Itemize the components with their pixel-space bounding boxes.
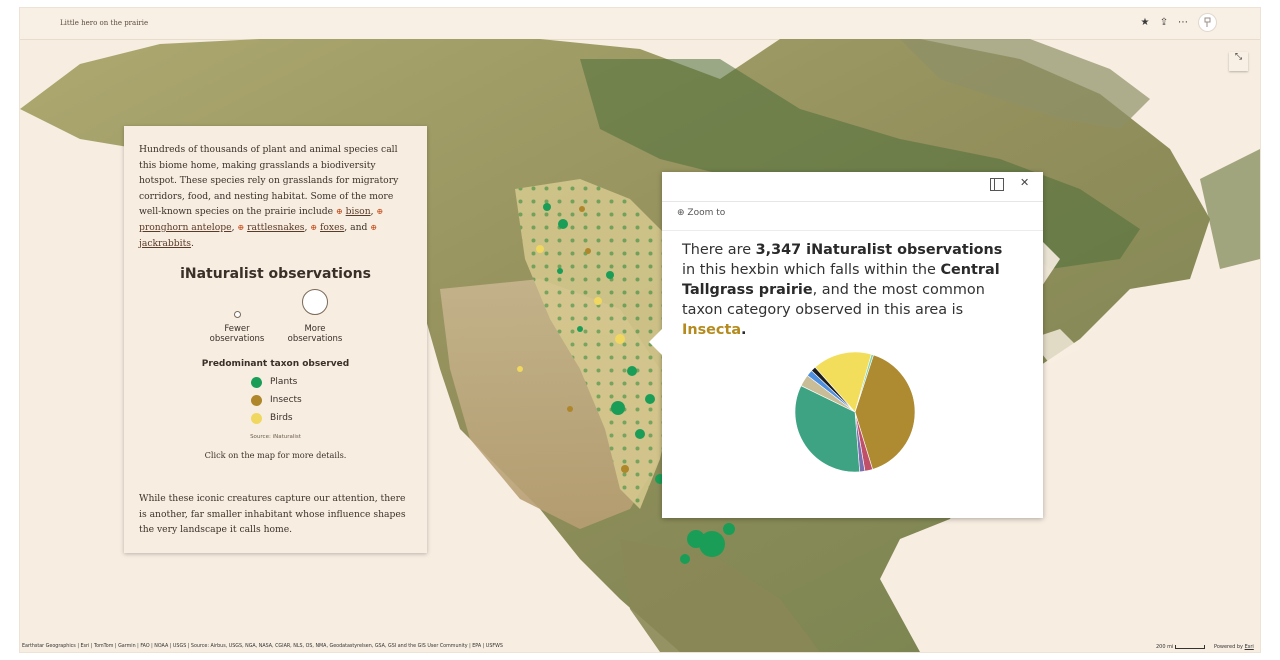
more-icon[interactable]: ⋯ xyxy=(1176,16,1190,30)
map-pin-icon: ⊕ xyxy=(237,222,245,232)
link-pronghorn[interactable]: pronghorn antelope xyxy=(139,222,232,233)
narrative-panel: Hundreds of thousands of plant and anima… xyxy=(124,126,427,553)
avatar[interactable] xyxy=(1199,14,1216,31)
powered-by-label: Powered by xyxy=(1214,644,1243,650)
fewer-observations-label: Fewer observations xyxy=(209,324,265,344)
header-bar: Little hero on the prairie ★ ⇪ ⋯ xyxy=(20,8,1260,40)
legend-title: iNaturalist observations xyxy=(180,266,371,282)
scale-bar-line xyxy=(1175,644,1206,649)
plants-dot-icon xyxy=(251,377,262,388)
star-icon[interactable]: ★ xyxy=(1138,16,1152,30)
intro-paragraph: Hundreds of thousands of plant and anima… xyxy=(139,144,399,249)
link-jackrabbits[interactable]: jackrabbits xyxy=(139,238,191,249)
taxon-legend-title: Predominant taxon observed xyxy=(201,359,350,369)
conjunction-text: and xyxy=(350,221,368,233)
popup-pointer xyxy=(649,329,662,355)
map-pin-icon: ⊕ xyxy=(370,222,378,232)
large-circle-icon xyxy=(302,289,328,315)
link-rattlesnakes[interactable]: rattlesnakes xyxy=(247,222,304,233)
link-foxes[interactable]: foxes xyxy=(320,222,344,233)
taxon-pie-chart xyxy=(794,351,916,473)
share-icon[interactable]: ⇪ xyxy=(1157,16,1171,30)
greenland-edge xyxy=(1200,149,1260,269)
feature-popup: ✕ ⊕ Zoom to There are 3,347 iNaturalist … xyxy=(649,172,1043,518)
outro-paragraph: While these iconic creatures capture our… xyxy=(139,493,406,536)
link-bison[interactable]: bison xyxy=(346,206,371,217)
expand-icon[interactable]: ⤡ xyxy=(1229,52,1248,71)
powered-by: Powered by Esri xyxy=(1214,644,1254,650)
legend-source: Source: iNaturalist xyxy=(250,434,301,440)
map-pin-icon: ⊕ xyxy=(376,207,384,217)
birds-dot-icon xyxy=(251,413,262,424)
more-observations-label: More observations xyxy=(287,324,343,344)
insects-dot-icon xyxy=(251,395,262,406)
map-attribution: Earthstar Geographics | Esri | TomTom | … xyxy=(22,644,503,649)
story-frame: Little hero on the prairie ★ ⇪ ⋯ ⤡ Hundr… xyxy=(20,8,1260,652)
legend-label: Plants xyxy=(270,377,298,387)
story-title: Little hero on the prairie xyxy=(60,19,149,27)
esri-link[interactable]: Esri xyxy=(1245,644,1254,650)
legend-label: Insects xyxy=(270,395,302,405)
map-pin-icon: ⊕ xyxy=(310,222,318,232)
legend-label: Birds xyxy=(270,413,293,423)
small-circle-icon xyxy=(234,311,241,318)
scale-bar: 200 mi xyxy=(1156,644,1207,650)
click-instruction: Click on the map for more details. xyxy=(204,450,347,460)
map-pin-icon: ⊕ xyxy=(336,207,343,217)
scale-label: 200 mi xyxy=(1156,644,1174,650)
avatar-icon xyxy=(1204,17,1211,27)
